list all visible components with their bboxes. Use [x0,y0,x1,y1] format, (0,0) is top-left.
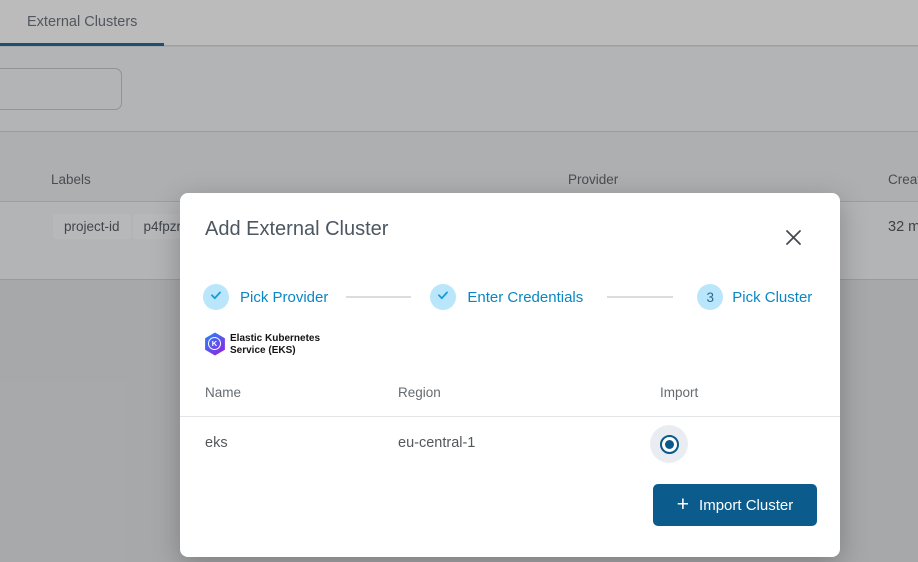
stepper: Pick Provider Enter Credentials 3 Pick C… [203,284,812,310]
step-2-circle [430,284,456,310]
plus-icon: + [677,494,689,515]
column-header-import: Import [660,385,698,400]
step-connector [346,296,411,298]
provider-name-line2: Service (EKS) [230,345,320,357]
import-radio[interactable] [650,425,688,463]
radio-dot [665,440,674,449]
step-3-label[interactable]: Pick Cluster [732,289,812,306]
eks-hexagon-icon: K [204,332,226,356]
column-header-name: Name [205,385,241,400]
import-cluster-button[interactable]: + Import Cluster [653,484,817,526]
check-icon [209,288,223,307]
step-3-circle: 3 [697,284,723,310]
close-icon [785,229,802,251]
close-button[interactable] [779,226,807,254]
column-header-region: Region [398,385,441,400]
step-1-circle [203,284,229,310]
modal-title: Add External Cluster [205,218,388,241]
step-1-label[interactable]: Pick Provider [240,289,328,306]
provider-logo: K Elastic Kubernetes Service (EKS) [204,332,320,356]
import-button-label: Import Cluster [699,497,793,514]
step-2-label[interactable]: Enter Credentials [467,289,583,306]
cluster-region-cell: eu-central-1 [398,435,475,451]
provider-name-line1: Elastic Kubernetes [230,333,320,345]
radio-ring [660,435,679,454]
cluster-name-cell: eks [205,435,228,451]
step-connector [607,296,673,298]
eks-k-letter: K [208,337,221,350]
check-icon [436,288,450,307]
cluster-table-header: Name Region Import [180,378,840,417]
provider-name: Elastic Kubernetes Service (EKS) [230,332,320,356]
step-3-number: 3 [707,290,715,305]
add-external-cluster-modal: Add External Cluster Pick Provider [180,193,840,557]
